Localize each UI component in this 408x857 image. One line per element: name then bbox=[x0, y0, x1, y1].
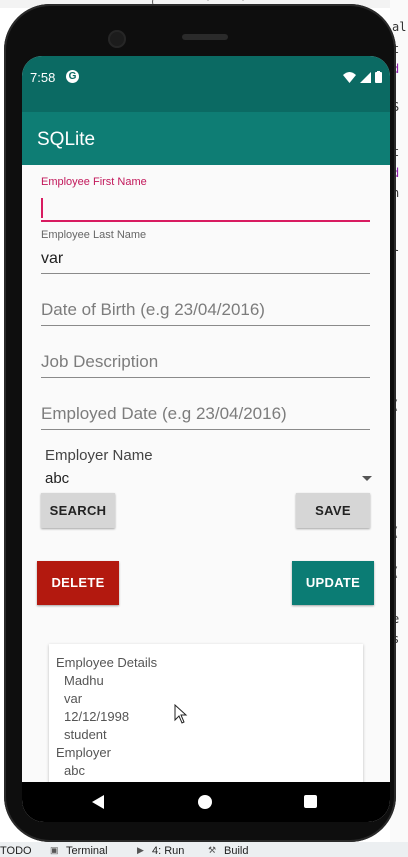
first-name-underline bbox=[41, 220, 370, 222]
battery-icon bbox=[375, 71, 382, 83]
mouse-pointer-icon bbox=[174, 704, 188, 724]
job-description-field[interactable]: Job Description bbox=[41, 352, 370, 380]
last-name-underline bbox=[41, 273, 370, 274]
dob-input[interactable]: Date of Birth (e.g 23/04/2016) bbox=[41, 300, 265, 320]
ide-bottom-toolbar: TODO ▣ Terminal ▶ 4: Run ⚒ Build bbox=[0, 842, 408, 857]
employed-date-underline bbox=[41, 429, 370, 430]
details-line: Madhu bbox=[64, 673, 104, 688]
system-nav-bar bbox=[22, 782, 390, 822]
status-time: 7:58 bbox=[30, 70, 56, 85]
terminal-icon: ▣ bbox=[50, 845, 59, 855]
employed-date-field[interactable]: Employed Date (e.g 23/04/2016) bbox=[41, 404, 370, 432]
details-line: 12/12/1998 bbox=[64, 709, 130, 724]
build-icon: ⚒ bbox=[208, 845, 217, 855]
recents-icon[interactable] bbox=[304, 795, 317, 808]
text-cursor bbox=[41, 198, 43, 218]
search-button[interactable]: SEARCH bbox=[41, 493, 115, 528]
employer-name-label: Employer Name bbox=[45, 447, 153, 464]
first-name-field[interactable]: Employee First Name bbox=[41, 176, 370, 224]
ide-tab-build[interactable]: Build bbox=[224, 845, 248, 857]
last-name-field[interactable]: Employee Last Name var bbox=[41, 229, 370, 275]
dob-field[interactable]: Date of Birth (e.g 23/04/2016) bbox=[41, 300, 370, 328]
details-employer-heading: Employer bbox=[56, 745, 111, 760]
ide-tab-todo[interactable]: TODO bbox=[0, 845, 32, 857]
ide-code-char: al bbox=[392, 20, 407, 34]
last-name-input[interactable]: var bbox=[41, 250, 63, 268]
job-description-input[interactable]: Job Description bbox=[41, 352, 158, 372]
app-bar: SQLite bbox=[22, 112, 390, 165]
details-line: var bbox=[64, 691, 83, 706]
details-line: student bbox=[64, 727, 107, 742]
details-employer-value: abc bbox=[64, 763, 85, 778]
save-button[interactable]: SAVE bbox=[296, 493, 370, 528]
dob-underline bbox=[41, 325, 370, 326]
ide-tab-run[interactable]: 4: Run bbox=[152, 845, 184, 857]
first-name-label: Employee First Name bbox=[41, 176, 147, 188]
status-bar: 7:58 G bbox=[22, 56, 390, 112]
app-title: SQLite bbox=[37, 129, 96, 150]
phone-frame: 7:58 G SQLite Employee First Name Employ… bbox=[4, 4, 396, 842]
job-description-underline bbox=[41, 377, 370, 378]
dropdown-arrow-icon bbox=[362, 476, 372, 481]
signal-icon bbox=[360, 71, 371, 83]
ide-tab-terminal[interactable]: Terminal bbox=[66, 845, 108, 857]
speaker bbox=[182, 34, 228, 40]
update-button[interactable]: UPDATE bbox=[292, 561, 374, 605]
phone-screen: 7:58 G SQLite Employee First Name Employ… bbox=[22, 56, 390, 822]
employer-selected-value: abc bbox=[45, 470, 70, 487]
google-icon: G bbox=[66, 70, 79, 83]
employed-date-input[interactable]: Employed Date (e.g 23/04/2016) bbox=[41, 404, 287, 424]
home-icon[interactable] bbox=[198, 795, 212, 809]
details-heading: Employee Details bbox=[56, 655, 158, 670]
run-icon: ▶ bbox=[137, 845, 144, 855]
delete-button[interactable]: DELETE bbox=[37, 561, 119, 605]
last-name-label: Employee Last Name bbox=[41, 229, 147, 241]
back-icon[interactable] bbox=[92, 795, 104, 809]
wifi-icon bbox=[343, 71, 356, 83]
camera bbox=[108, 30, 126, 48]
status-icons bbox=[343, 71, 382, 83]
employer-spinner[interactable]: abc bbox=[45, 468, 372, 490]
